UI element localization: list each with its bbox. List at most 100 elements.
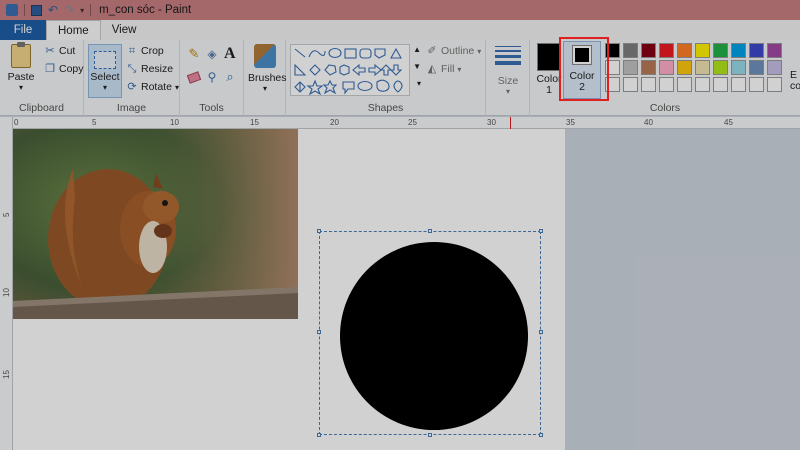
palette-swatch[interactable] [767,43,782,58]
image-group-label: Image [116,102,147,114]
undo-icon[interactable]: ↶ [48,3,58,17]
resize-handle[interactable] [317,330,321,334]
drawing-canvas[interactable] [13,129,565,450]
palette-swatch[interactable] [677,77,692,92]
shapes-group-label: Shapes [367,102,404,114]
paste-button[interactable]: Paste ▾ [6,42,36,92]
palette-swatch[interactable] [623,77,638,92]
title-bar: ↶ ↷ ▾ m_con sóc - Paint [0,0,800,20]
resize-handle[interactable] [317,229,321,233]
palette-swatch[interactable] [713,43,728,58]
palette-swatch[interactable] [641,60,656,75]
brushes-button[interactable]: Brushes ▾ [248,44,287,93]
palette-swatch[interactable] [695,77,710,92]
ruler-label: 5 [2,212,11,217]
palette-swatch[interactable] [659,43,674,58]
resize-handle[interactable] [428,229,432,233]
window-title: m_con sóc - Paint [99,4,192,16]
resize-handle[interactable] [539,229,543,233]
palette-swatch[interactable] [749,60,764,75]
separator [90,4,92,16]
palette-swatch[interactable] [767,77,782,92]
customize-arrow-icon[interactable]: ▾ [80,6,84,15]
palette-swatch[interactable] [713,77,728,92]
palette-swatch[interactable] [749,43,764,58]
crop-label: Crop [141,45,164,57]
workspace [13,129,800,450]
palette-swatch[interactable] [731,43,746,58]
chevron-down-icon: ▾ [262,84,267,93]
palette-swatch[interactable] [731,60,746,75]
ruler-label: 30 [487,118,496,127]
ruler-label: 10 [2,288,11,297]
palette-swatch[interactable] [767,60,782,75]
resize-label: Resize [141,63,174,75]
shapes-gallery[interactable]: ▲ ▼ ▾ [290,44,421,96]
palette-swatch[interactable] [731,77,746,92]
resize-handle[interactable] [539,330,543,334]
black-circle-shape[interactable] [340,242,528,430]
shapes-group: ▲ ▼ ▾ ✐ Outline ▾ ◭ Fill ▾ Shapes [286,40,486,116]
select-label: Select [90,71,120,83]
copy-label: Copy [59,63,84,75]
pencil-icon[interactable]: ✎ [188,47,200,60]
crop-button[interactable]: ⌗ Crop [126,45,164,57]
resize-handle[interactable] [539,433,543,437]
ruler-label: 20 [330,118,339,127]
color2-highlight-box [559,37,609,101]
palette-swatch[interactable] [713,60,728,75]
palette-swatch[interactable] [641,77,656,92]
redo-icon[interactable]: ↷ [64,3,74,17]
palette-swatch[interactable] [677,60,692,75]
palette-swatch[interactable] [623,43,638,58]
palette-swatch[interactable] [749,77,764,92]
rotate-button[interactable]: ⟳ Rotate ▾ [126,81,179,93]
palette-swatch[interactable] [695,43,710,58]
text-tool-icon[interactable]: A [224,45,236,63]
chevron-down-icon: ▾ [18,83,23,92]
expand-gallery-icon[interactable]: ▾ [417,79,421,88]
save-icon[interactable] [31,4,42,16]
ruler-label: 25 [408,118,417,127]
resize-button[interactable]: ⤡ Resize [126,63,174,75]
ruler-label: 15 [250,118,259,127]
clipboard-group-label: Clipboard [19,102,64,114]
palette-swatch[interactable] [641,43,656,58]
chevron-down-icon: ▾ [102,83,107,92]
ribbon: Paste ▾ ✂ Cut ❐ Copy Clipboard Select ▾ … [0,40,800,116]
cut-button[interactable]: ✂ Cut [44,45,75,57]
palette-swatch[interactable] [659,60,674,75]
resize-handle[interactable] [317,433,321,437]
fill-button[interactable]: ◭ Fill ▾ [426,63,462,75]
palette-swatch[interactable] [623,60,638,75]
resize-handle[interactable] [428,433,432,437]
palette-swatch[interactable] [695,60,710,75]
chevron-down-icon: ▾ [174,82,179,92]
scissors-icon: ✂ [45,45,55,57]
fill-bucket-icon[interactable]: ◈ [206,48,218,60]
outline-label: Outline [441,45,475,57]
palette-swatch[interactable] [659,77,674,92]
edit-colors-button[interactable]: E co [790,70,800,92]
paint-app-icon [6,4,18,16]
tab-view[interactable]: View [101,20,148,40]
magnifier-icon[interactable]: ⌕ [224,70,236,83]
eraser-icon[interactable] [186,71,202,84]
quick-access-toolbar: ↶ ↷ ▾ [0,3,84,17]
select-button[interactable]: Select ▾ [88,44,122,98]
size-button[interactable]: Size ▾ [492,44,524,96]
squirrel-photo[interactable] [13,129,298,319]
outline-button[interactable]: ✐ Outline ▾ [426,45,481,57]
scroll-up-icon[interactable]: ▲ [413,45,421,54]
ruler-label: 0 [14,118,19,127]
brush-icon [254,44,276,68]
color-picker-icon[interactable]: ⚲ [206,71,218,83]
scroll-down-icon[interactable]: ▼ [413,62,421,71]
tab-home[interactable]: Home [46,20,101,40]
tab-file[interactable]: File [0,20,46,40]
edit-colors-label-2: co [790,80,800,92]
select-icon [94,51,116,69]
palette-swatch[interactable] [677,43,692,58]
image-group: Select ▾ ⌗ Crop ⤡ Resize ⟳ Rotate ▾ Imag… [84,40,180,116]
copy-button[interactable]: ❐ Copy [44,63,84,75]
